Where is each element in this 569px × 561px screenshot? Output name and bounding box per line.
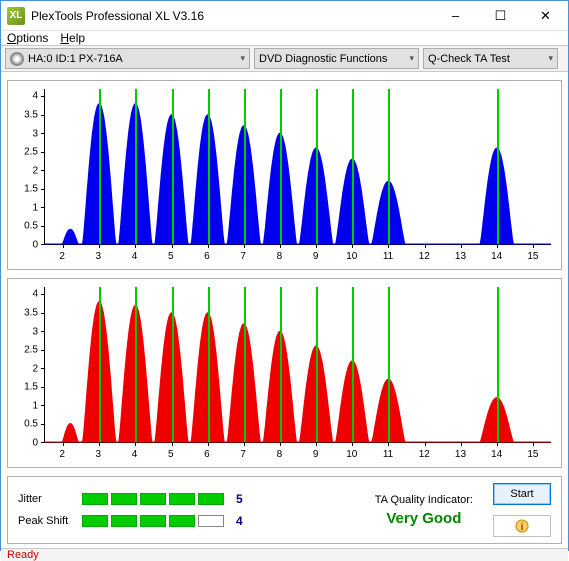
statusbar: Ready [1, 548, 568, 561]
jitter-value: 5 [236, 492, 243, 506]
quality-label: TA Quality Indicator: [375, 494, 473, 506]
lower-chart: 00.511.522.533.54 23456789101112131415 [7, 278, 562, 468]
indicator-block [111, 515, 137, 527]
jitter-row: Jitter 5 [18, 492, 243, 506]
quality-value: Very Good [375, 510, 473, 527]
function-group-select[interactable]: DVD Diagnostic Functions ▾ [254, 48, 419, 69]
metrics-panel: Jitter 5 Peak Shift 4 TA Quality Indicat… [7, 476, 562, 544]
toolbar: HA:0 ID:1 PX-716A ▾ DVD Diagnostic Funct… [1, 46, 568, 72]
start-button[interactable]: Start [493, 483, 551, 505]
menu-help[interactable]: Help [60, 31, 85, 45]
x-axis-labels: 23456789101112131415 [44, 447, 551, 467]
quality-indicator: TA Quality Indicator: Very Good [375, 494, 473, 527]
test-select-value: Q-Check TA Test [428, 53, 510, 65]
function-group-value: DVD Diagnostic Functions [259, 53, 387, 65]
indicator-block [140, 515, 166, 527]
chevron-down-icon: ▾ [409, 53, 414, 64]
peak-value: 4 [236, 514, 243, 528]
button-column: Start i [493, 483, 551, 537]
peak-row: Peak Shift 4 [18, 514, 243, 528]
menu-options[interactable]: Options [7, 31, 48, 45]
upper-chart: 00.511.522.533.54 23456789101112131415 [7, 80, 562, 270]
menubar: Options Help [1, 31, 568, 46]
svg-text:i: i [521, 522, 524, 533]
content-area: 00.511.522.533.54 23456789101112131415 0… [1, 72, 568, 548]
chevron-down-icon: ▾ [240, 53, 245, 64]
indicator-block [82, 515, 108, 527]
metrics-column: Jitter 5 Peak Shift 4 [18, 492, 243, 528]
titlebar: XL PlexTools Professional XL V3.16 – ☐ ✕ [1, 1, 568, 31]
indicator-block [198, 493, 224, 505]
y-axis-labels: 00.511.522.533.54 [8, 89, 42, 245]
disc-icon [10, 52, 24, 66]
menu-help-label: elp [69, 31, 85, 45]
chevron-down-icon: ▾ [548, 53, 553, 64]
window-controls: – ☐ ✕ [433, 1, 568, 30]
plot-area [44, 287, 551, 443]
maximize-button[interactable]: ☐ [478, 1, 523, 30]
window-title: PlexTools Professional XL V3.16 [31, 9, 433, 23]
x-axis-labels: 23456789101112131415 [44, 249, 551, 269]
drive-select[interactable]: HA:0 ID:1 PX-716A ▾ [5, 48, 250, 69]
close-button[interactable]: ✕ [523, 1, 568, 30]
app-icon: XL [7, 7, 25, 25]
indicator-block [82, 493, 108, 505]
indicator-block [169, 493, 195, 505]
drive-select-value: HA:0 ID:1 PX-716A [28, 53, 123, 65]
indicator-block [140, 493, 166, 505]
indicator-block [111, 493, 137, 505]
y-axis-labels: 00.511.522.533.54 [8, 287, 42, 443]
indicator-block [169, 515, 195, 527]
info-icon: i [514, 518, 530, 534]
indicator-block [198, 515, 224, 527]
jitter-label: Jitter [18, 493, 74, 505]
plot-area [44, 89, 551, 245]
jitter-blocks [82, 493, 224, 505]
peak-label: Peak Shift [18, 515, 74, 527]
test-select[interactable]: Q-Check TA Test ▾ [423, 48, 558, 69]
menu-options-label: ptions [16, 31, 48, 45]
minimize-button[interactable]: – [433, 1, 478, 30]
info-button[interactable]: i [493, 515, 551, 537]
peak-blocks [82, 515, 224, 527]
app-window: XL PlexTools Professional XL V3.16 – ☐ ✕… [0, 0, 569, 551]
